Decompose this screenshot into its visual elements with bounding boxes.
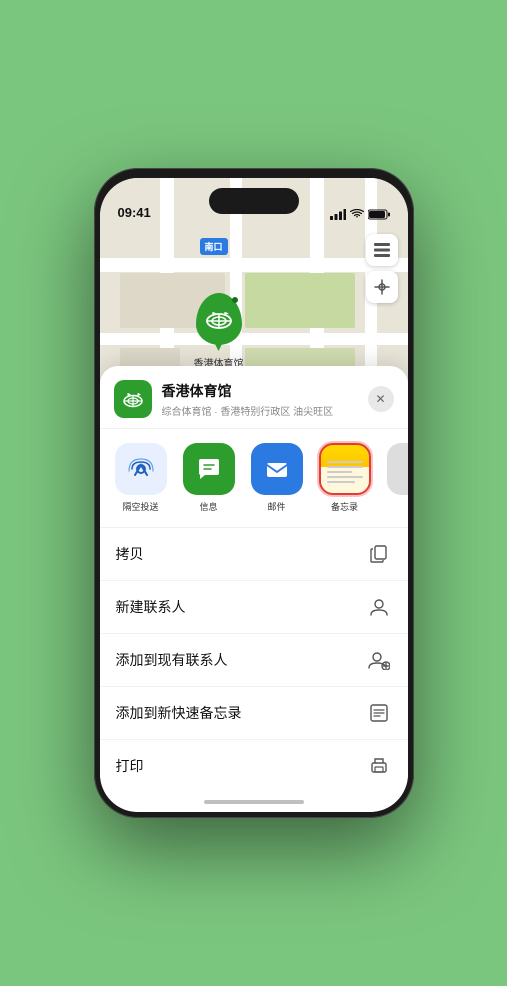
share-item-mail[interactable]: 邮件 [248, 443, 306, 513]
share-item-airdrop[interactable]: 隔空投送 [112, 443, 170, 513]
more-icon-wrap [387, 443, 408, 495]
notes-label: 备忘录 [331, 500, 358, 513]
map-label: 南口 [200, 238, 228, 255]
mail-label: 邮件 [267, 500, 285, 513]
action-add-notes[interactable]: 添加到新快速备忘录 [100, 687, 408, 740]
mail-icon-wrap [251, 443, 303, 495]
action-print[interactable]: 打印 [100, 740, 408, 792]
action-list: 拷贝 新建联系人 [100, 528, 408, 792]
venue-subtitle: 综合体育馆 · 香港特别行政区 油尖旺区 [162, 403, 368, 418]
share-item-more[interactable]: 提 [384, 443, 408, 513]
add-existing-label: 添加到现有联系人 [116, 650, 228, 670]
sheet-header: 香港体育馆 综合体育馆 · 香港特别行政区 油尖旺区 ✕ [100, 366, 408, 429]
action-new-contact[interactable]: 新建联系人 [100, 581, 408, 634]
airdrop-icon-wrap [115, 443, 167, 495]
bottom-sheet: 香港体育馆 综合体育馆 · 香港特别行政区 油尖旺区 ✕ [100, 366, 408, 812]
status-icons [330, 209, 390, 220]
add-existing-icon [366, 647, 392, 673]
copy-icon [366, 541, 392, 567]
dynamic-island [209, 188, 299, 214]
share-item-notes[interactable]: 备忘录 [316, 443, 374, 513]
sheet-title: 香港体育馆 综合体育馆 · 香港特别行政区 油尖旺区 [162, 381, 368, 418]
copy-label: 拷贝 [116, 544, 144, 564]
share-item-message[interactable]: 信息 [180, 443, 238, 513]
notes-icon-wrap [319, 443, 371, 495]
new-contact-label: 新建联系人 [116, 597, 186, 617]
wifi-icon [350, 209, 364, 220]
venue-icon [114, 380, 152, 418]
status-time: 09:41 [118, 205, 151, 220]
phone-shell: 09:41 [94, 168, 414, 818]
add-notes-label: 添加到新快速备忘录 [116, 703, 242, 723]
venue-name: 香港体育馆 [162, 381, 368, 401]
stadium-marker[interactable]: 香港体育馆 [194, 293, 244, 370]
location-button[interactable] [366, 271, 398, 303]
share-row: 隔空投送 信息 [100, 429, 408, 528]
print-icon [366, 753, 392, 779]
action-copy[interactable]: 拷贝 [100, 528, 408, 581]
message-icon-wrap [183, 443, 235, 495]
phone-screen: 09:41 [100, 178, 408, 812]
add-notes-icon [366, 700, 392, 726]
close-button[interactable]: ✕ [368, 386, 394, 412]
signal-icon [330, 209, 346, 220]
action-add-existing[interactable]: 添加到现有联系人 [100, 634, 408, 687]
stadium-pin [196, 293, 242, 345]
message-label: 信息 [199, 500, 217, 513]
airdrop-label: 隔空投送 [122, 500, 158, 513]
battery-icon [368, 209, 390, 220]
stadium-pin-dot [232, 297, 238, 303]
map-layers-button[interactable] [366, 234, 398, 266]
print-label: 打印 [116, 756, 144, 776]
new-contact-icon [366, 594, 392, 620]
home-indicator [204, 800, 304, 804]
